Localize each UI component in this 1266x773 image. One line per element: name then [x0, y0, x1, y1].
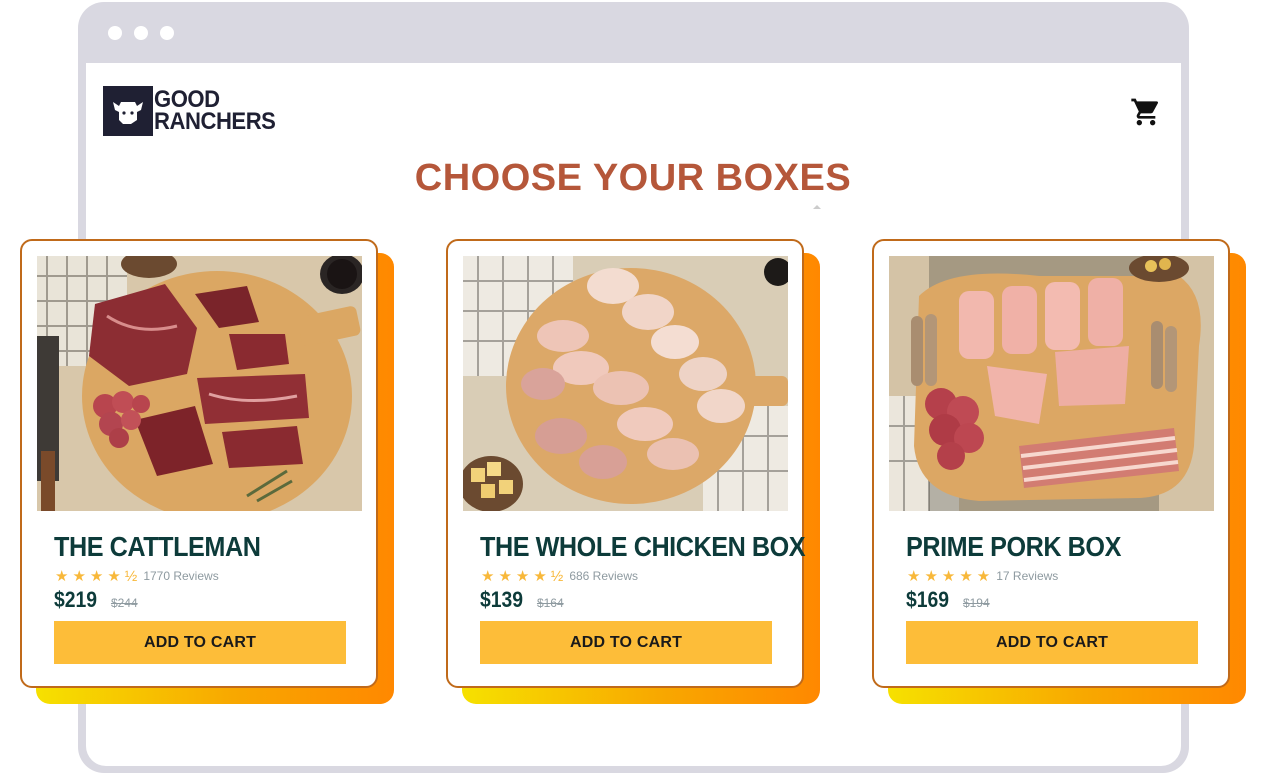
window-controls — [108, 26, 174, 40]
rating-stars-icon: ★★★★½ — [481, 568, 568, 585]
window-dot-close[interactable] — [108, 26, 122, 40]
brand-name: GOOD RANCHERS — [154, 88, 276, 135]
product-card-body[interactable]: THE CATTLEMAN ★★★★½ 1770 Reviews $219 $2… — [20, 239, 378, 688]
product-price: $219 $244 — [54, 587, 138, 613]
product-rating: ★★★★½ 1770 Reviews — [55, 567, 219, 585]
product-price: $169 $194 — [906, 587, 990, 613]
window-dot-minimize[interactable] — [134, 26, 148, 40]
product-title[interactable]: THE WHOLE CHICKEN BOX — [480, 531, 806, 563]
product-card-body[interactable]: THE WHOLE CHICKEN BOX ★★★★½ 686 Reviews … — [446, 239, 806, 688]
sale-price: $219 — [54, 587, 98, 612]
product-card: THE WHOLE CHICKEN BOX ★★★★½ 686 Reviews … — [446, 239, 820, 704]
sale-price: $169 — [906, 587, 950, 612]
sale-price: $139 — [480, 587, 524, 612]
product-price: $139 $164 — [480, 587, 564, 613]
review-count[interactable]: 686 Reviews — [569, 569, 638, 583]
product-photo-cattleman[interactable] — [37, 256, 362, 511]
product-rating: ★★★★★ 17 Reviews — [907, 567, 1058, 585]
page-title: CHOOSE YOUR BOXES — [414, 157, 852, 199]
review-count[interactable]: 17 Reviews — [996, 569, 1058, 583]
add-to-cart-button[interactable]: ADD TO CART — [54, 621, 346, 664]
caret-up-icon — [813, 205, 821, 209]
rating-stars-icon: ★★★★½ — [55, 568, 142, 585]
brand-logo[interactable]: GOOD RANCHERS — [103, 86, 286, 136]
brand-line-2: RANCHERS — [154, 108, 276, 135]
product-title[interactable]: PRIME PORK BOX — [906, 531, 1185, 563]
product-rating: ★★★★½ 686 Reviews — [481, 567, 638, 585]
original-price: $164 — [536, 596, 564, 610]
product-card-body[interactable]: PRIME PORK BOX ★★★★★ 17 Reviews $169 $19… — [872, 239, 1230, 688]
review-count[interactable]: 1770 Reviews — [143, 569, 218, 583]
cart-icon[interactable] — [1130, 96, 1162, 128]
add-to-cart-button[interactable]: ADD TO CART — [480, 621, 772, 664]
product-photo-chicken[interactable] — [463, 256, 788, 511]
product-card: PRIME PORK BOX ★★★★★ 17 Reviews $169 $19… — [872, 239, 1246, 704]
product-card: THE CATTLEMAN ★★★★½ 1770 Reviews $219 $2… — [20, 239, 394, 704]
product-photo-pork[interactable] — [889, 256, 1214, 511]
bull-icon — [103, 86, 153, 136]
original-price: $244 — [110, 596, 138, 610]
add-to-cart-button[interactable]: ADD TO CART — [906, 621, 1198, 664]
original-price: $194 — [962, 596, 990, 610]
rating-stars-icon: ★★★★★ — [907, 568, 995, 585]
product-title[interactable]: THE CATTLEMAN — [54, 531, 333, 563]
window-dot-maximize[interactable] — [160, 26, 174, 40]
